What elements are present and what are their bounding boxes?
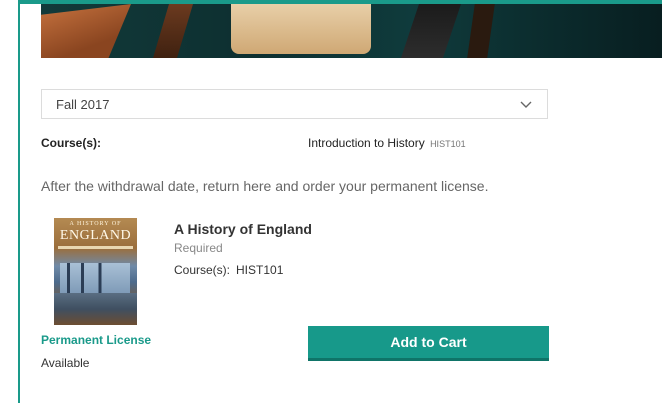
course-materials-page: Fall 2017 Course(s): Introduction to His… [0,0,662,403]
chevron-down-icon [520,101,532,108]
book-cover-rule [58,246,133,249]
course-name: Introduction to History HIST101 [308,136,466,150]
course-code: HIST101 [430,139,466,149]
book-cover-art [54,293,137,325]
book-cover-image: A HISTORY OF ENGLAND [54,218,137,325]
book-course-label: Course(s): [174,263,231,277]
book-title: A History of England [174,221,312,237]
hero-shape [467,4,495,58]
hero-banner-image [41,4,662,58]
book-cover-art [60,263,130,293]
hero-shape [401,4,461,58]
book-course-code: HIST101 [236,263,284,277]
hero-shape [41,4,131,58]
license-type: Permanent License [41,333,152,347]
term-select-value: Fall 2017 [56,96,110,112]
hero-shape [231,4,371,54]
add-to-cart-button[interactable]: Add to Cart [308,326,549,361]
frame-left-border [18,0,20,403]
availability-status: Available [41,356,90,370]
hero-shape [153,4,193,58]
term-select[interactable]: Fall 2017 [41,89,548,119]
book-cover-title: ENGLAND [59,228,132,243]
course-name-text: Introduction to History [308,136,425,150]
courses-label: Course(s): [41,136,102,150]
book-requirement: Required [174,241,223,255]
instruction-text: After the withdrawal date, return here a… [41,178,489,194]
book-cover-series: A HISTORY OF [69,221,122,227]
book-course: Course(s): HIST101 [174,263,283,277]
